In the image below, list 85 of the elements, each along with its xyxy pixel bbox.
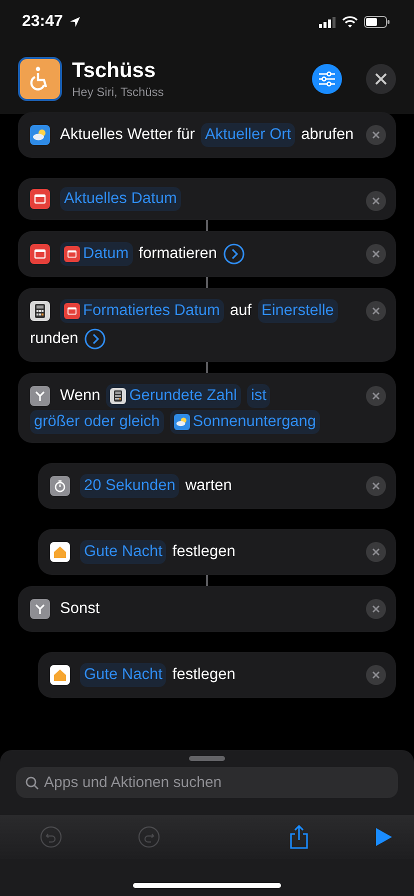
weather-icon xyxy=(30,125,50,145)
calendar-icon xyxy=(30,244,50,264)
calculator-icon xyxy=(30,301,50,321)
grabber-handle[interactable] xyxy=(189,756,225,761)
variable-token[interactable]: Aktueller Ort xyxy=(200,123,296,147)
house-icon xyxy=(50,665,70,685)
variable-token[interactable]: Gute Nacht xyxy=(80,540,166,564)
shortcut-subtitle: Hey Siri, Tschüss xyxy=(72,85,165,99)
close-button[interactable] xyxy=(366,64,396,94)
branch-icon xyxy=(30,599,50,619)
action-text: formatieren xyxy=(138,244,218,264)
close-icon xyxy=(372,605,380,613)
share-button[interactable] xyxy=(288,824,310,850)
remove-button[interactable] xyxy=(366,301,386,321)
variable-token[interactable]: Einerstelle xyxy=(258,299,338,323)
action-text: Aktuelles Wetter für xyxy=(60,125,195,145)
action-text: festlegen xyxy=(172,542,236,562)
action-text: abrufen xyxy=(301,125,354,145)
timer-icon xyxy=(50,476,70,496)
action-card[interactable]: 20 Sekunden warten xyxy=(38,463,396,509)
variable-token[interactable]: Gerundete Zahl xyxy=(106,384,241,408)
calendar-icon xyxy=(64,303,80,319)
calculator-icon xyxy=(110,388,126,404)
wifi-icon xyxy=(342,16,358,28)
close-icon xyxy=(372,131,380,139)
undo-icon xyxy=(40,826,62,848)
variable-token[interactable]: Formatiertes Datum xyxy=(60,299,224,323)
action-text: festlegen xyxy=(172,665,236,685)
variable-token[interactable]: Aktuelles Datum xyxy=(60,187,181,211)
action-text: Sonst xyxy=(60,599,100,619)
weather-icon xyxy=(174,414,190,430)
location-arrow-icon xyxy=(68,16,81,28)
remove-button[interactable] xyxy=(366,125,386,145)
close-icon xyxy=(372,307,380,315)
action-card[interactable]: Aktuelles Wetter für Aktueller Ort abrufen xyxy=(18,112,396,158)
chevron-circle-icon[interactable] xyxy=(223,243,246,265)
variable-token[interactable]: 20 Sekunden xyxy=(80,474,180,498)
action-card[interactable]: Sonst xyxy=(18,586,396,632)
redo-icon xyxy=(138,826,160,848)
action-card[interactable]: Wenn Gerundete Zahl ist größer oder gleich Sonnenuntergang xyxy=(18,373,396,443)
close-icon xyxy=(372,250,380,258)
remove-button[interactable] xyxy=(366,665,386,685)
close-icon xyxy=(372,548,380,556)
calendar-icon xyxy=(30,189,50,209)
shortcut-title: Tschüss xyxy=(72,59,157,83)
remove-button[interactable] xyxy=(366,386,386,406)
remove-button[interactable] xyxy=(366,542,386,562)
calendar-icon xyxy=(64,246,80,262)
remove-button[interactable] xyxy=(366,476,386,496)
action-card[interactable]: Aktuelles Datum xyxy=(18,178,396,220)
search-icon xyxy=(25,776,39,790)
status-time: 23:47 xyxy=(22,13,63,31)
house-icon xyxy=(50,542,70,562)
remove-button[interactable] xyxy=(366,244,386,264)
action-text: warten xyxy=(185,476,232,496)
play-button[interactable] xyxy=(375,827,393,847)
variable-token[interactable]: Gute Nacht xyxy=(80,663,166,687)
share-icon xyxy=(288,824,310,850)
variable-token[interactable]: ist xyxy=(246,384,270,408)
remove-button[interactable] xyxy=(366,599,386,619)
variable-token[interactable]: Datum xyxy=(60,242,133,266)
settings-button[interactable] xyxy=(312,64,342,94)
action-text: runden xyxy=(30,329,78,349)
signal-icon xyxy=(319,16,336,28)
close-icon xyxy=(372,392,380,400)
action-card[interactable]: Gute Nacht festlegen xyxy=(38,652,396,698)
search-field[interactable]: Apps und Aktionen suchen xyxy=(16,767,398,798)
action-text: Wenn xyxy=(60,386,100,406)
action-card[interactable]: Formatiertes Datum auf Einerstelle runden xyxy=(18,288,396,362)
close-icon xyxy=(372,671,380,679)
remove-button[interactable] xyxy=(366,191,386,211)
shortcut-app-icon[interactable] xyxy=(18,57,62,101)
chevron-circle-icon[interactable] xyxy=(84,328,106,350)
branch-icon xyxy=(30,386,50,406)
action-card[interactable]: Datum formatieren xyxy=(18,231,396,277)
close-icon xyxy=(372,197,380,205)
close-icon xyxy=(375,73,387,85)
battery-icon xyxy=(364,16,390,28)
play-icon xyxy=(375,827,393,847)
close-icon xyxy=(372,482,380,490)
variable-token[interactable]: größer oder gleich xyxy=(30,410,164,434)
action-text: auf xyxy=(230,301,252,321)
action-card[interactable]: Gute Nacht festlegen xyxy=(38,529,396,575)
sliders-icon xyxy=(318,71,336,87)
variable-token[interactable]: Sonnenuntergang xyxy=(170,410,320,434)
